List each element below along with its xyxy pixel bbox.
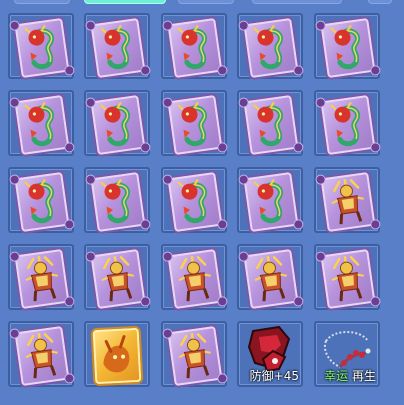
inventory-slot[interactable] (8, 167, 74, 233)
dragon-scroll-icon (90, 171, 146, 233)
regen-label: 再生 (348, 369, 376, 383)
inventory-slot[interactable] (8, 244, 74, 310)
inventory-slot[interactable] (8, 13, 74, 79)
dragon-scroll-icon (167, 94, 223, 156)
inventory-slot[interactable] (84, 13, 150, 79)
warrior-scroll-icon (320, 171, 376, 233)
inventory-slot[interactable] (314, 244, 380, 310)
dragon-scroll-icon (320, 17, 376, 79)
inventory-slot[interactable] (84, 90, 150, 156)
inventory-grid: 防御+45 幸运 再生 (0, 0, 404, 405)
lucky-label: 幸运 (324, 369, 349, 383)
dragon-scroll-icon (14, 94, 70, 156)
inventory-slot[interactable] (8, 321, 74, 387)
necklace-attribute-label: 幸运 再生 (324, 369, 376, 383)
warrior-scroll-icon (14, 248, 70, 310)
warrior-scroll-icon (14, 325, 70, 387)
inventory-slot[interactable] (161, 321, 227, 387)
warrior-scroll-icon (243, 248, 299, 310)
warrior-scroll-icon (167, 325, 223, 387)
inventory-slot[interactable] (161, 167, 227, 233)
dragon-scroll-icon (90, 17, 146, 79)
dragon-scroll-icon (243, 17, 299, 79)
dragon-scroll-icon (243, 94, 299, 156)
dragon-scroll-icon (167, 17, 223, 79)
inventory-slot[interactable] (237, 13, 303, 79)
inventory-slot[interactable] (84, 244, 150, 310)
dragon-scroll-icon (243, 171, 299, 233)
inventory-slot[interactable] (161, 13, 227, 79)
inventory-slot[interactable] (314, 167, 380, 233)
inventory-slot[interactable] (314, 90, 380, 156)
inventory-slot[interactable] (161, 90, 227, 156)
inventory-slot[interactable] (84, 167, 150, 233)
inventory-slot[interactable] (237, 244, 303, 310)
inventory-slot[interactable]: 防御+45 (237, 321, 303, 387)
dragon-scroll-icon (320, 94, 376, 156)
warrior-scroll-icon (90, 248, 146, 310)
inventory-slot[interactable] (314, 13, 380, 79)
warrior-scroll-icon (320, 248, 376, 310)
dragon-scroll-icon (14, 171, 70, 233)
inventory-slot[interactable] (161, 244, 227, 310)
inventory-slot[interactable] (8, 90, 74, 156)
dragon-scroll-icon (14, 17, 70, 79)
dragon-scroll-icon (167, 171, 223, 233)
golden-beast-card-icon (92, 327, 142, 385)
warrior-scroll-icon (167, 248, 223, 310)
dragon-scroll-icon (90, 94, 146, 156)
defense-bonus-label: 防御+45 (249, 369, 299, 383)
inventory-slot[interactable] (84, 321, 150, 387)
inventory-slot[interactable] (237, 167, 303, 233)
inventory-slot[interactable]: 幸运 再生 (314, 321, 380, 387)
inventory-slot[interactable] (237, 90, 303, 156)
